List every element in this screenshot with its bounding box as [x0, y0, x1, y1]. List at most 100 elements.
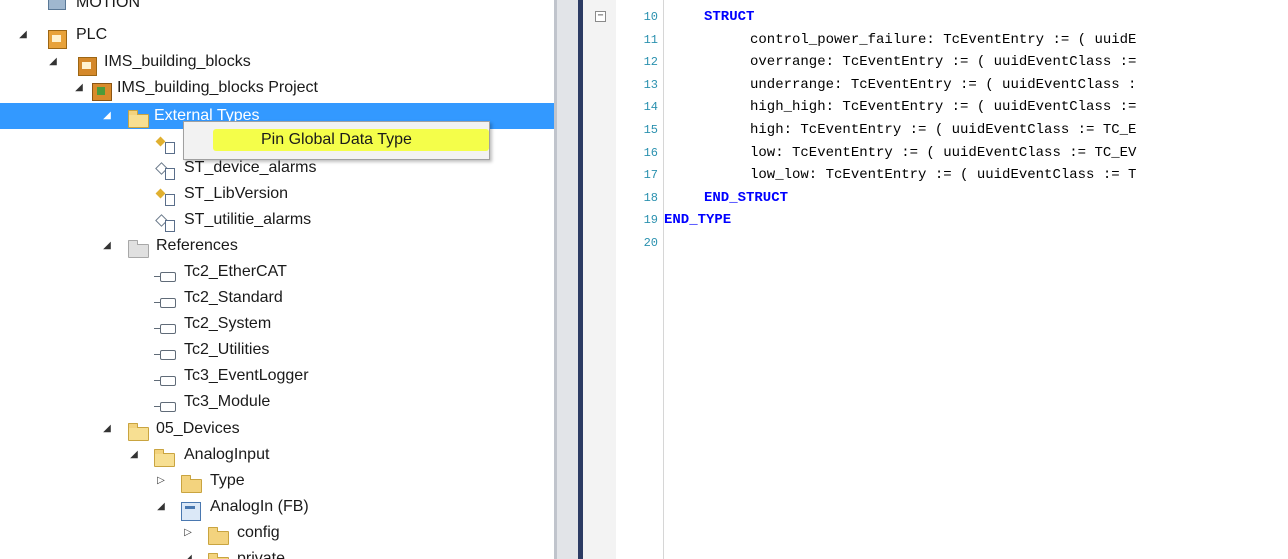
tree-item-label: AnalogInput [184, 446, 270, 463]
tree-item-label: 05_Devices [156, 420, 240, 437]
code-line[interactable]: low_low: TcEventEntry := ( uuidEventClas… [750, 164, 1136, 186]
plc-project-icon [78, 53, 98, 76]
tree-item-ims-project[interactable]: ◢ IMS_building_blocks Project [0, 75, 554, 101]
code-area[interactable]: STRUCT control_power_failure: TcEventEntr… [664, 0, 1288, 559]
tree-item-motion[interactable]: MOTION [0, 0, 554, 16]
tree-item-label: MOTION [76, 0, 140, 11]
tree-item-label: private [237, 550, 286, 559]
line-number-gutter: 10 11 12 13 14 15 16 17 18 19 20 [616, 0, 663, 559]
collapsed-arrow-icon[interactable]: ▷ [154, 468, 168, 494]
expanded-arrow-icon[interactable]: ◢ [72, 75, 86, 101]
dut-icon [155, 185, 177, 206]
tree-item-st-utilitie-alarms[interactable]: ST_utilitie_alarms [0, 207, 554, 233]
dut-icon [155, 159, 177, 180]
dut-icon [155, 133, 177, 154]
expanded-arrow-icon[interactable]: ◢ [100, 103, 114, 129]
line-number: 16 [643, 145, 658, 160]
folder-open-icon [154, 446, 175, 467]
tree-item-tc2-ethercat[interactable]: Tc2_EtherCAT [0, 259, 554, 285]
tree-item-tc2-standard[interactable]: Tc2_Standard [0, 285, 554, 311]
line-number: 20 [643, 236, 658, 250]
tree-item-label: Tc3_Module [184, 393, 271, 410]
line-number: 14 [643, 100, 658, 115]
folder-icon [208, 524, 229, 545]
tree-item-label: IMS_building_blocks [104, 53, 251, 70]
line-number: 19 [643, 213, 658, 228]
tree-item-label: ST_LibVersion [184, 185, 289, 202]
tree-item-plc[interactable]: ◢ PLC [0, 22, 554, 49]
line-number: 15 [643, 123, 658, 137]
tree-item-private[interactable]: ◢ private [0, 546, 554, 559]
reference-icon [154, 367, 180, 386]
line-number: 12 [643, 55, 658, 70]
tree-item-references[interactable]: ◢ References [0, 233, 554, 259]
code-line[interactable]: high_high: TcEventEntry := ( uuidEventCl… [750, 96, 1136, 118]
pin-global-data-type-menu-item[interactable]: Pin Global Data Type [187, 125, 489, 155]
collapse-icon[interactable]: − [595, 11, 606, 22]
tree-item-config[interactable]: ▷ config [0, 520, 554, 546]
reference-icon [154, 263, 180, 282]
folder-icon [181, 472, 202, 493]
expanded-arrow-icon[interactable]: ◢ [154, 494, 168, 520]
tree-item-label: AnalogIn (FB) [210, 498, 309, 515]
tree-item-tc2-utilities[interactable]: Tc2_Utilities [0, 337, 554, 363]
expanded-arrow-icon[interactable]: ◢ [100, 233, 114, 259]
tree-item-ims-building-blocks[interactable]: ◢ IMS_building_blocks [0, 49, 554, 76]
project-icon [92, 79, 112, 101]
motion-icon [48, 0, 68, 12]
function-block-icon [181, 498, 201, 521]
tree-item-label: Tc2_System [184, 315, 272, 332]
line-number: 11 [643, 32, 658, 47]
expanded-arrow-icon[interactable]: ◢ [16, 22, 30, 48]
code-line[interactable]: END_STRUCT [704, 187, 788, 209]
expanded-arrow-icon[interactable]: ◢ [46, 49, 60, 75]
code-line[interactable]: END_TYPE [664, 209, 731, 231]
line-number: 18 [643, 190, 658, 205]
tree-item-label: References [156, 237, 238, 254]
code-line[interactable]: control_power_failure: TcEventEntry := (… [750, 29, 1136, 51]
fold-margin: − [583, 0, 616, 559]
panel-splitter[interactable] [554, 0, 578, 559]
code-line[interactable]: overrange: TcEventEntry := ( uuidEventCl… [750, 51, 1136, 73]
line-number: 17 [643, 168, 658, 183]
tree-item-label: ST_utilitie_alarms [184, 211, 312, 228]
reference-icon [154, 341, 180, 360]
tree-item-label: config [237, 524, 280, 541]
line-number: 10 [643, 10, 658, 24]
code-line[interactable]: low: TcEventEntry := ( uuidEventClass :=… [750, 142, 1136, 164]
expanded-arrow-icon[interactable]: ◢ [127, 442, 141, 468]
tree-item-tc2-system[interactable]: Tc2_System [0, 311, 554, 337]
tree-item-label: Type [210, 472, 245, 489]
reference-icon [154, 315, 180, 334]
code-line[interactable]: high: TcEventEntry := ( uuidEventClass :… [750, 119, 1136, 141]
folder-grey-icon [128, 237, 149, 258]
tree-item-analoginput[interactable]: ◢ AnalogInput [0, 442, 554, 468]
expanded-arrow-icon[interactable]: ◢ [100, 416, 114, 442]
expanded-arrow-icon[interactable]: ◢ [181, 546, 195, 559]
folder-icon [208, 550, 229, 559]
context-menu: Pin Global Data Type [183, 121, 490, 160]
folder-open-icon [128, 107, 149, 128]
code-line[interactable]: underrange: TcEventEntry := ( uuidEventC… [750, 74, 1136, 96]
tree-item-analogin-fb[interactable]: ◢ AnalogIn (FB) [0, 494, 554, 521]
tree-item-label: IMS_building_blocks Project [117, 79, 318, 96]
folder-open-icon [128, 420, 149, 441]
code-editor[interactable]: − 10 11 12 13 14 15 16 17 18 19 20 STRUCT control_p… [583, 0, 1288, 559]
reference-icon [154, 393, 180, 412]
tree-item-type[interactable]: ▷ Type [0, 468, 554, 494]
solution-explorer-tree: MOTION ◢ PLC ◢ IMS_building_blocks ◢ IMS… [0, 0, 554, 559]
tree-item-label: Tc2_Standard [184, 289, 283, 306]
tree-item-tc3-eventlogger[interactable]: Tc3_EventLogger [0, 363, 554, 389]
tree-item-label: PLC [76, 26, 108, 43]
tree-item-st-libversion[interactable]: ST_LibVersion [0, 181, 554, 207]
tree-item-05-devices[interactable]: ◢ 05_Devices [0, 416, 554, 442]
menu-item-label: Pin Global Data Type [261, 131, 412, 148]
collapsed-arrow-icon[interactable]: ▷ [181, 520, 195, 546]
dut-icon [155, 211, 177, 232]
line-number: 13 [643, 77, 658, 92]
code-line[interactable]: STRUCT [704, 6, 754, 28]
reference-icon [154, 289, 180, 308]
tree-item-label: Tc2_EtherCAT [184, 263, 287, 280]
tree-item-tc3-module[interactable]: Tc3_Module [0, 389, 554, 415]
plc-icon [48, 26, 68, 49]
